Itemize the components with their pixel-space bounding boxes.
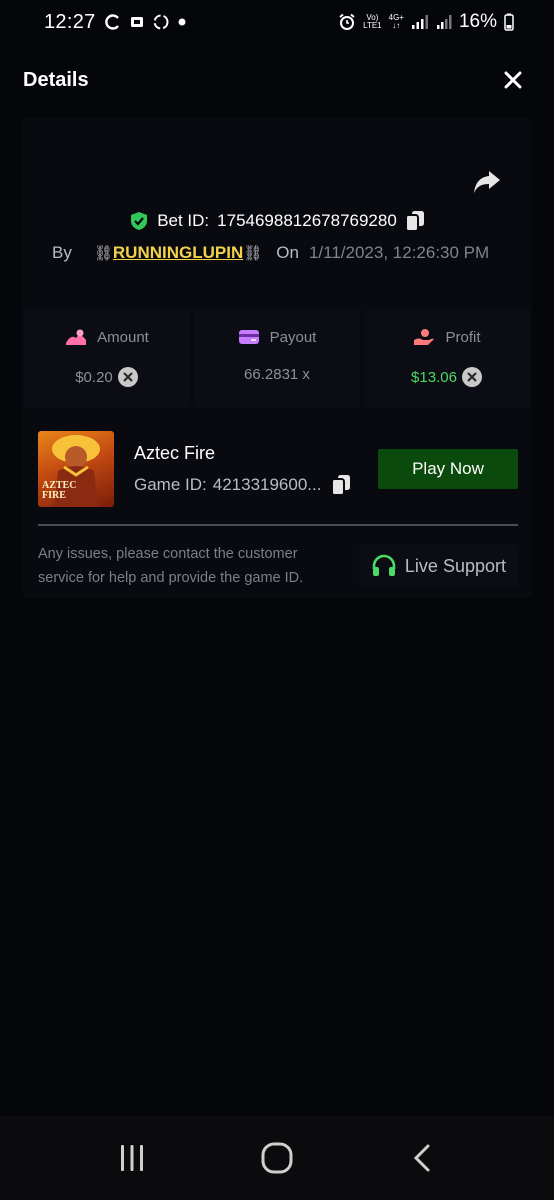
x-circle-icon (461, 367, 482, 387)
payout-label: Payout (269, 328, 317, 346)
divider (38, 524, 518, 526)
network-bottom: LTE1 (363, 21, 382, 30)
headset-icon (372, 554, 396, 576)
share-button[interactable] (472, 168, 504, 198)
recent-apps-icon (121, 1145, 144, 1171)
profit-label: Profit (445, 328, 481, 346)
alarm-icon (338, 13, 356, 31)
status-bar: 12:27 Vo) LTE1 4G+ ↓↑ 16% (0, 0, 554, 44)
header: Details (0, 52, 554, 108)
close-icon (504, 71, 522, 89)
network-type: 4G+ ↓↑ (388, 13, 404, 30)
support-row: Any issues, please contact the customer … (38, 538, 518, 594)
profit-value: $13.06 (411, 368, 457, 386)
by-row: By ⛓ RUNNINGLUPIN ⛓ On 1/11/2023, 12:26:… (52, 238, 522, 268)
shield-check-icon (131, 212, 148, 230)
back-icon (413, 1144, 430, 1172)
chain-right-icon: ⛓ (243, 245, 263, 262)
bet-details-card: Bet ID: 1754698812678769280 By ⛓ RUNNING… (22, 118, 532, 598)
notification-icon (130, 15, 144, 29)
copy-icon (404, 211, 424, 232)
copy-bet-id-button[interactable] (404, 210, 425, 232)
amount-value: $0.20 (75, 368, 113, 386)
live-support-label: Live Support (404, 555, 506, 576)
game-id-label: Game ID: (134, 474, 207, 494)
copy-game-id-button[interactable] (331, 474, 351, 496)
network-label: Vo) LTE1 (363, 14, 382, 30)
on-label: On (276, 243, 299, 262)
network-type-label: 4G+ (388, 13, 404, 22)
payout-value-row: 66.2831 x (244, 366, 310, 383)
screen: 12:27 Vo) LTE1 4G+ ↓↑ 16% Details Bet ID… (0, 0, 554, 1200)
signal-2-icon (436, 14, 452, 30)
page-title: Details (23, 68, 89, 91)
bet-id-row: Bet ID: 1754698812678769280 (22, 206, 532, 236)
battery-percent: 16% (458, 11, 497, 32)
bet-id-label: Bet ID: (157, 211, 210, 230)
share-icon (474, 171, 500, 193)
stat-amount: Amount $0.20 (24, 308, 190, 408)
stat-payout-head: Payout (238, 328, 317, 346)
username-link[interactable]: RUNNINGLUPIN (113, 243, 243, 263)
by-label: By (52, 243, 72, 262)
game-id-row: Game ID: 4213319600... (134, 474, 378, 496)
stat-payout: Payout 66.2831 x (194, 308, 360, 408)
stat-profit: Profit $13.06 (364, 308, 530, 408)
stat-amount-head: Amount (65, 328, 149, 346)
game-info: Aztec Fire Game ID: 4213319600... (134, 443, 378, 496)
status-right: Vo) LTE1 4G+ ↓↑ 16% (338, 11, 514, 33)
thumb-text-line2: FIRE (42, 490, 66, 501)
back-button[interactable] (392, 1128, 452, 1188)
x-circle-icon (117, 367, 138, 387)
timestamp: 1/11/2023, 12:26:30 PM (308, 243, 490, 262)
play-now-button[interactable]: Play Now (378, 449, 518, 489)
game-id-value: 4213319600... (212, 474, 322, 494)
home-icon (261, 1142, 293, 1174)
live-support-button[interactable]: Live Support (358, 544, 518, 588)
amount-label: Amount (97, 328, 149, 346)
card-icon (238, 330, 259, 344)
stats-row: Amount $0.20 Payout 66.2831 x Profit $13… (22, 308, 532, 408)
signal-icon (411, 14, 429, 30)
recent-apps-button[interactable] (102, 1128, 162, 1188)
payout-value: 66.2831 x (244, 366, 310, 383)
navigation-bar (0, 1116, 554, 1200)
help-text: Any issues, please contact the customer … (38, 546, 304, 586)
hand-coin-icon (414, 329, 435, 345)
game-row: AZTEC FIRE Aztec Fire Game ID: 421331960… (38, 430, 518, 508)
battery-icon (504, 13, 514, 31)
status-time: 12:27 (44, 10, 96, 33)
copy-icon (331, 474, 351, 496)
sync-icon (104, 13, 122, 31)
status-left: 12:27 (44, 11, 186, 34)
close-button[interactable] (498, 65, 528, 95)
stat-profit-head: Profit (413, 328, 481, 346)
home-button[interactable] (247, 1128, 307, 1188)
recycle-icon (152, 13, 170, 31)
bet-id-value: 1754698812678769280 (217, 211, 397, 230)
amount-value-row: $0.20 (75, 366, 139, 388)
chain-left-icon: ⛓ (93, 245, 113, 262)
profit-value-row: $13.06 (411, 366, 483, 388)
game-thumbnail[interactable]: AZTEC FIRE (38, 431, 114, 507)
game-name: Aztec Fire (134, 442, 216, 463)
dot-icon (178, 18, 186, 26)
coin-icon (66, 329, 87, 345)
